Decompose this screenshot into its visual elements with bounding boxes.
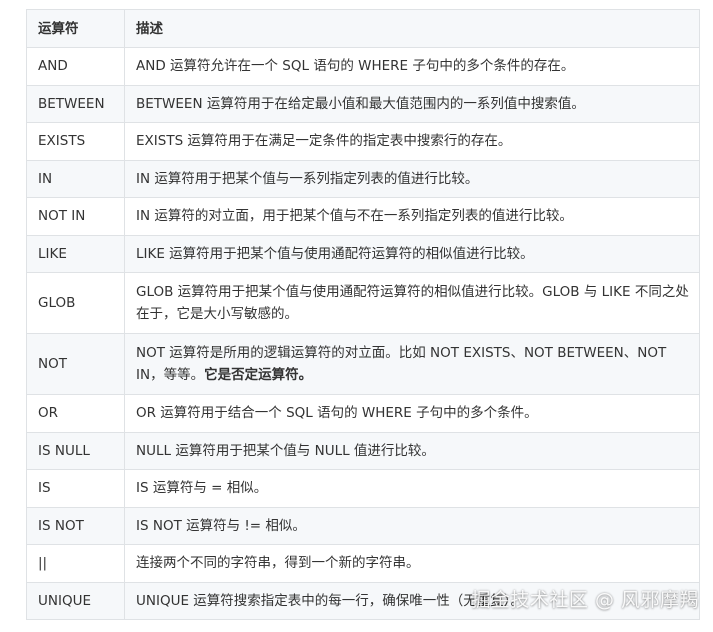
table-row: IN IN 运算符用于把某个值与一系列指定列表的值进行比较。 (26, 159, 700, 198)
description-text: LIKE 运算符用于把某个值与使用通配符运算符的相似值进行比较。 (136, 245, 534, 262)
operator-cell: NOT IN (26, 197, 125, 236)
table-row: OR OR 运算符用于结合一个 SQL 语句的 WHERE 子句中的多个条件。 (26, 394, 700, 433)
description-text: OR 运算符用于结合一个 SQL 语句的 WHERE 子句中的多个条件。 (136, 405, 538, 422)
operator-cell: IS NOT (26, 506, 125, 545)
description-cell: LIKE 运算符用于把某个值与使用通配符运算符的相似值进行比较。 (124, 234, 700, 273)
operator-cell: UNIQUE (26, 581, 125, 620)
table-row: AND AND 运算符允许在一个 SQL 语句的 WHERE 子句中的多个条件的… (26, 47, 700, 86)
operator-cell: LIKE (26, 234, 125, 273)
table-row: IS NULL NULL 运算符用于把某个值与 NULL 值进行比较。 (26, 431, 700, 470)
description-bold-text: 它是否定运算符。 (204, 367, 313, 383)
operator-cell: IS (26, 469, 125, 508)
description-cell: IN 运算符的对立面，用于把某个值与不在一系列指定列表的值进行比较。 (124, 197, 700, 236)
description-cell: NULL 运算符用于把某个值与 NULL 值进行比较。 (124, 431, 700, 470)
table-row: || 连接两个不同的字符串，得到一个新的字符串。 (26, 544, 700, 583)
description-cell: GLOB 运算符用于把某个值与使用通配符运算符的相似值进行比较。GLOB 与 L… (124, 272, 700, 334)
description-text: EXISTS 运算符用于在满足一定条件的指定表中搜索行的存在。 (136, 133, 512, 150)
operator-table-container: 运算符 描述 AND AND 运算符允许在一个 SQL 语句的 WHERE 子句… (26, 9, 700, 620)
description-cell: NOT 运算符是所用的逻辑运算符的对立面。比如 NOT EXISTS、NOT B… (124, 333, 700, 395)
operator-cell: EXISTS (26, 122, 125, 161)
description-cell: AND 运算符允许在一个 SQL 语句的 WHERE 子句中的多个条件的存在。 (124, 47, 700, 86)
table-row: NOT IN IN 运算符的对立面，用于把某个值与不在一系列指定列表的值进行比较… (26, 197, 700, 236)
operator-cell: NOT (26, 333, 125, 395)
operator-cell: GLOB (26, 272, 125, 334)
operator-cell: AND (26, 47, 125, 86)
operator-cell: IS NULL (26, 431, 125, 470)
table-header-row: 运算符 描述 (26, 9, 700, 48)
operator-cell: BETWEEN (26, 84, 125, 123)
table-row: GLOB GLOB 运算符用于把某个值与使用通配符运算符的相似值进行比较。GLO… (26, 272, 700, 334)
table-row: EXISTS EXISTS 运算符用于在满足一定条件的指定表中搜索行的存在。 (26, 122, 700, 161)
description-text: 连接两个不同的字符串，得到一个新的字符串。 (136, 555, 420, 572)
description-cell: IS 运算符与 = 相似。 (124, 469, 700, 508)
description-text: IS 运算符与 = 相似。 (136, 480, 268, 497)
description-cell: IN 运算符用于把某个值与一系列指定列表的值进行比较。 (124, 159, 700, 198)
description-text: BETWEEN 运算符用于在给定最小值和最大值范围内的一系列值中搜索值。 (136, 95, 585, 112)
description-text: IS NOT 运算符与 != 相似。 (136, 517, 306, 534)
header-operator: 运算符 (26, 9, 125, 48)
description-cell: OR 运算符用于结合一个 SQL 语句的 WHERE 子句中的多个条件。 (124, 394, 700, 433)
table-row: IS NOT IS NOT 运算符与 != 相似。 (26, 506, 700, 545)
operator-cell: || (26, 544, 125, 583)
table-row: NOT NOT 运算符是所用的逻辑运算符的对立面。比如 NOT EXISTS、N… (26, 333, 700, 395)
table-row: BETWEEN BETWEEN 运算符用于在给定最小值和最大值范围内的一系列值中… (26, 84, 700, 123)
description-text: AND 运算符允许在一个 SQL 语句的 WHERE 子句中的多个条件的存在。 (136, 58, 575, 75)
description-text: NULL 运算符用于把某个值与 NULL 值进行比较。 (136, 442, 435, 459)
operator-cell: IN (26, 159, 125, 198)
table-row: IS IS 运算符与 = 相似。 (26, 469, 700, 508)
operator-cell: OR (26, 394, 125, 433)
description-cell: EXISTS 运算符用于在满足一定条件的指定表中搜索行的存在。 (124, 122, 700, 161)
header-description: 描述 (124, 9, 700, 48)
description-cell: 连接两个不同的字符串，得到一个新的字符串。 (124, 544, 700, 583)
description-text: IN 运算符的对立面，用于把某个值与不在一系列指定列表的值进行比较。 (136, 208, 573, 225)
description-cell: IS NOT 运算符与 != 相似。 (124, 506, 700, 545)
description-text: IN 运算符用于把某个值与一系列指定列表的值进行比较。 (136, 170, 479, 187)
watermark: 掘金技术社区 @ 风邪摩羯 (471, 589, 699, 611)
description-text: GLOB 运算符用于把某个值与使用通配符运算符的相似值进行比较。GLOB 与 L… (136, 284, 689, 322)
table-row: LIKE LIKE 运算符用于把某个值与使用通配符运算符的相似值进行比较。 (26, 234, 700, 273)
description-text: UNIQUE 运算符搜索指定表中的每一行，确保唯一性（无重复）。 (136, 592, 525, 609)
description-cell: BETWEEN 运算符用于在给定最小值和最大值范围内的一系列值中搜索值。 (124, 84, 700, 123)
operator-table: 运算符 描述 AND AND 运算符允许在一个 SQL 语句的 WHERE 子句… (26, 9, 700, 620)
